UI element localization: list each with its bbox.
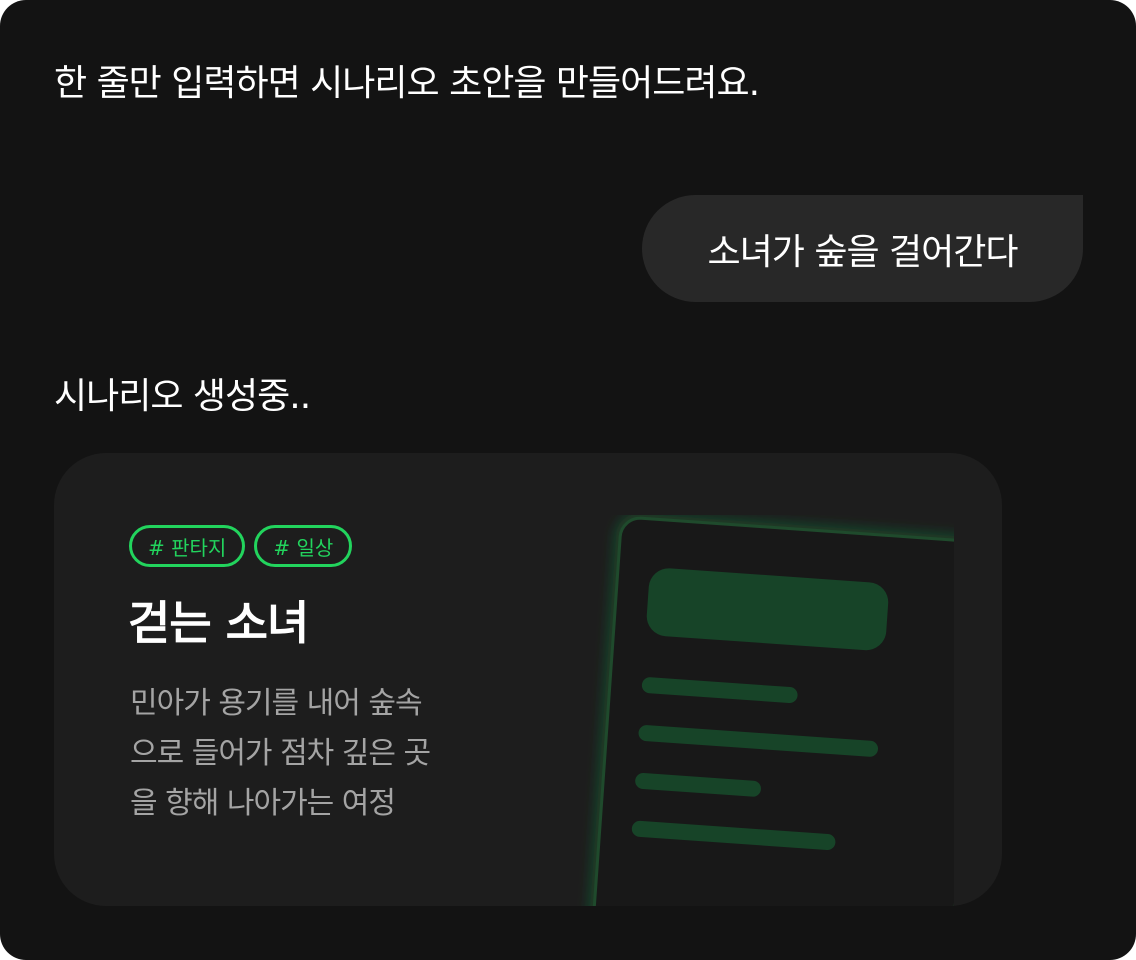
intro-message: 한 줄만 입력하면 시나리오 초안을 만들어드려요. bbox=[54, 63, 760, 104]
scenario-card[interactable]: # 판타지 # 일상 걷는 소녀 민아가 용기를 내어 숲속 으로 들어가 점차… bbox=[54, 453, 1002, 906]
user-message-bubble: 소녀가 숲을 걸어간다 bbox=[642, 195, 1083, 302]
description-line: 으로 들어가 점차 깊은 곳 bbox=[130, 736, 431, 771]
description-line: 을 향해 나아가는 여정 bbox=[130, 786, 396, 821]
document-icon bbox=[587, 515, 954, 906]
tag-daily-life[interactable]: # 일상 bbox=[254, 525, 353, 567]
description-line: 민아가 용기를 내어 숲속 bbox=[130, 686, 423, 721]
user-message-text: 소녀가 숲을 걸어간다 bbox=[707, 231, 1019, 273]
generation-status: 시나리오 생성중.. bbox=[54, 376, 311, 417]
tag-fantasy[interactable]: # 판타지 bbox=[129, 525, 246, 567]
scenario-description: 민아가 용기를 내어 숲속 으로 들어가 점차 깊은 곳 을 향해 나아가는 여… bbox=[130, 679, 490, 829]
scenario-title: 걷는 소녀 bbox=[128, 596, 309, 650]
tag-list: # 판타지 # 일상 bbox=[129, 525, 353, 567]
chat-panel: 한 줄만 입력하면 시나리오 초안을 만들어드려요. 소녀가 숲을 걸어간다 시… bbox=[0, 0, 1136, 960]
